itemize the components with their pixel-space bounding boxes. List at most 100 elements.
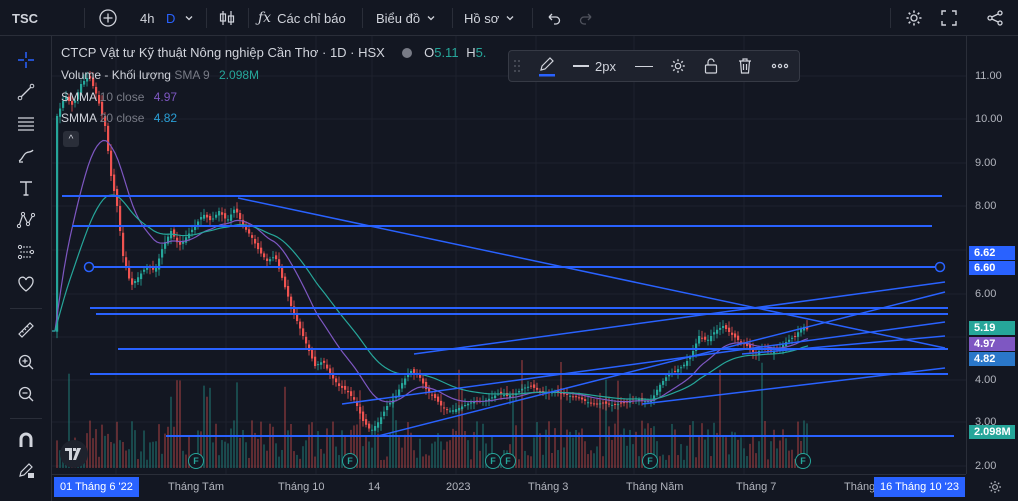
zoom-out-tool[interactable] [12,380,40,408]
volume-bar [713,422,715,468]
legend-volume[interactable]: Volume - Khối lượng SMA 9 2.098M [61,68,259,82]
chart-type-button[interactable]: Biểu đồ [376,0,436,36]
interval-d-button[interactable]: D [166,0,175,36]
candle-body [128,267,131,279]
drag-handle[interactable] [513,51,521,81]
interval-dropdown[interactable] [184,0,194,36]
favorites-tool[interactable] [12,270,40,298]
volume-bar [716,432,718,468]
volume-bar [518,459,520,468]
line-color-button[interactable] [537,51,557,81]
time-scale[interactable]: 01 Tháng 6 '22 Tháng Tám Tháng 10 14 2023 Th… [52,474,966,501]
legend-collapse-button[interactable]: ^ [63,131,79,147]
volume-bar [308,424,310,468]
price-tick: 4.00 [975,374,997,386]
drawing-settings-button[interactable] [669,51,687,81]
candle-body [455,409,458,413]
candle-body [131,278,134,285]
volume-bar [737,439,739,468]
indicators-button[interactable]: ƒx Các chỉ báo [258,0,346,36]
crosshair-tool[interactable] [12,46,40,74]
volume-ma-label: SMA 9 [174,68,210,82]
time-tick: Tháng Tám [168,481,225,493]
chart-pane[interactable] [52,36,966,474]
compare-button[interactable] [98,0,118,36]
symbol-search-button[interactable]: TSC [12,0,38,36]
price-chart[interactable] [52,36,966,474]
measure-tool[interactable] [12,316,40,344]
volume-value: 2.098M [219,68,260,82]
undo-button[interactable] [546,0,562,36]
scale-settings-button[interactable] [975,476,1015,498]
prediction-tool[interactable] [12,238,40,266]
interval-button[interactable]: 4h [140,0,154,36]
candle-body [680,367,683,369]
drawing-tools-sidebar [0,36,52,501]
financials-event-badge[interactable]: F [342,453,358,469]
more-options-button[interactable] [771,51,789,81]
lock-drawings-tool[interactable] [12,456,40,484]
candle-body [587,402,590,404]
magnet-tool[interactable] [12,426,40,454]
volume-bar [275,443,277,468]
volume-bar [263,444,265,468]
tradingview-logo[interactable] [60,440,88,468]
pattern-icon [16,211,36,229]
price-scale[interactable]: 11.00 10.00 9.00 8.00 6.00 4.00 3.00 2.00 6.62 6.… [966,36,1018,474]
profile-button[interactable]: Hồ sơ [464,0,515,36]
volume-bar [182,450,184,468]
fib-tool[interactable] [12,110,40,138]
candle-body [290,296,293,306]
financials-event-badge[interactable]: F [485,453,501,469]
fullscreen-button[interactable] [940,0,958,36]
candle-body [596,403,599,405]
line-style-icon [635,65,653,67]
volume-bar [158,424,160,468]
candle-body [575,396,578,398]
volume-bar [203,385,205,468]
candle-body [272,257,275,259]
candle-body [683,364,686,367]
volume-bar [593,453,595,468]
pattern-tool[interactable] [12,206,40,234]
candle-body [503,394,506,396]
redo-button[interactable] [578,0,594,36]
text-tool[interactable] [12,174,40,202]
volume-bar [371,447,373,468]
share-button[interactable] [986,0,1004,36]
candle-body [353,397,356,400]
candle-body [212,218,215,220]
candle-body [404,378,407,385]
volume-bar [626,445,628,468]
undo-icon [548,13,561,25]
candle-body [341,385,344,388]
financials-event-badge[interactable]: F [188,453,204,469]
candles-button[interactable] [218,0,236,36]
line-width-icon [573,65,589,67]
lock-drawing-button[interactable] [703,51,719,81]
zoom-in-tool[interactable] [12,348,40,376]
financials-event-badge[interactable]: F [795,453,811,469]
financials-event-badge[interactable]: F [500,453,516,469]
candle-body [269,259,272,262]
candle-body [260,247,263,254]
volume-bar [632,444,634,468]
financials-event-badge[interactable]: F [642,453,658,469]
candle-body [236,208,239,213]
legend-smma20[interactable]: SMMA 20 close 4.82 [61,111,177,125]
candle-body [407,374,410,378]
brush-tool[interactable] [12,142,40,170]
legend-smma10[interactable]: SMMA 10 close 4.97 [61,90,177,104]
settings-button[interactable] [904,0,924,36]
volume-bar [533,437,535,468]
delete-drawing-button[interactable] [737,51,753,81]
volume-bar [785,438,787,468]
line-style-button[interactable] [635,51,653,81]
candle-body [698,336,701,344]
trend-line-tool[interactable] [12,78,40,106]
smma20-label: SMMA [61,111,97,125]
line-width-button[interactable]: 2px [573,51,616,81]
time-tick: Tháng 7 [736,481,777,493]
volume-bar [662,454,664,468]
high-value: 5. [475,45,487,60]
